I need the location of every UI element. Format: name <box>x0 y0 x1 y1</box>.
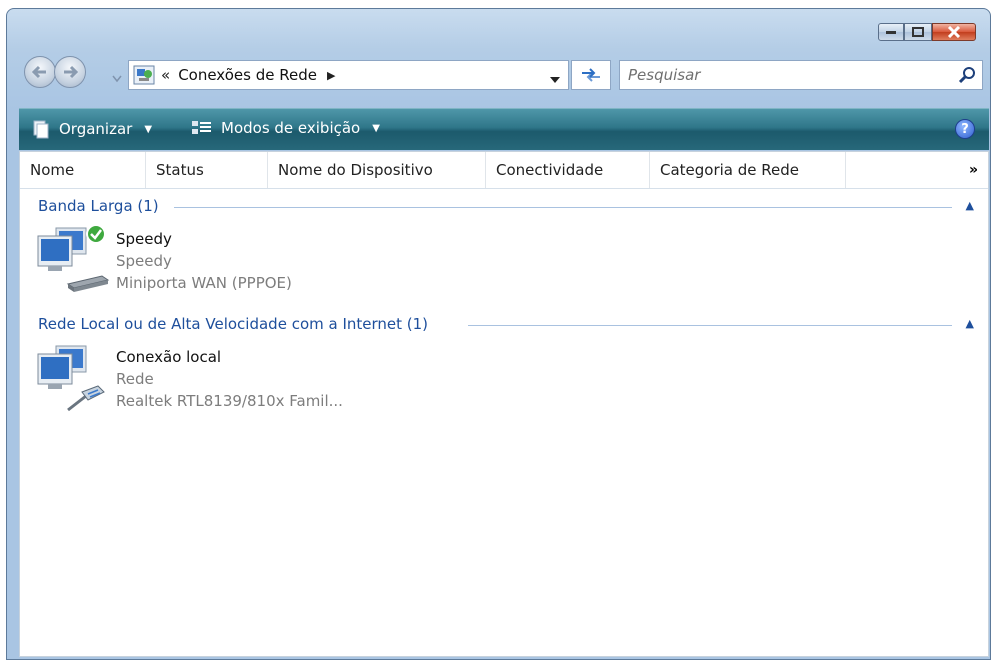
maximize-icon <box>912 27 924 37</box>
help-icon: ? <box>961 121 969 137</box>
column-header-network-category[interactable]: Categoria de Rede <box>650 152 846 188</box>
organize-menu-button[interactable]: Organizar ▼ <box>31 119 152 139</box>
column-header-device[interactable]: Nome do Dispositivo <box>268 152 486 188</box>
breadcrumb-separator[interactable]: ▶ <box>327 69 335 82</box>
collapse-group-icon[interactable]: ▲ <box>966 199 974 212</box>
organize-icon <box>33 120 49 139</box>
minimize-icon <box>886 31 896 34</box>
maximize-button[interactable] <box>904 23 932 41</box>
organize-label: Organizar <box>59 120 133 138</box>
lan-connection-icon <box>37 345 105 412</box>
minimize-button[interactable] <box>878 23 904 41</box>
search-input[interactable] <box>626 65 950 85</box>
views-label: Modos de exibição <box>221 119 361 137</box>
group-divider <box>174 207 952 208</box>
refresh-icon <box>582 68 600 82</box>
list-item-speedy[interactable]: Speedy Speedy Miniporta WAN (PPPOE) <box>34 224 292 300</box>
address-bar[interactable]: « Conexões de Rede ▶ <box>128 60 569 90</box>
group-divider <box>468 325 952 326</box>
window-controls <box>878 23 976 41</box>
list-item-local-connection[interactable]: Conexão local Rede Realtek RTL8139/810x … <box>34 342 343 418</box>
views-icon <box>192 121 211 134</box>
address-dropdown[interactable] <box>550 69 560 88</box>
back-arrow-icon <box>32 65 46 79</box>
address-overflow-chevrons[interactable]: « <box>161 66 170 84</box>
file-list-pane: Nome Status Nome do Dispositivo Conectiv… <box>19 151 989 657</box>
breadcrumb-current[interactable]: Conexões de Rede <box>178 66 317 84</box>
item-name: Speedy <box>116 230 172 248</box>
back-button[interactable] <box>24 56 56 88</box>
column-headers: Nome Status Nome do Dispositivo Conectiv… <box>20 152 988 189</box>
close-icon <box>947 26 961 38</box>
broadband-connection-icon <box>37 224 110 292</box>
collapse-group-icon[interactable]: ▲ <box>966 317 974 330</box>
group-header-lan[interactable]: Rede Local ou de Alta Velocidade com a I… <box>38 315 428 333</box>
forward-button[interactable] <box>54 56 86 88</box>
help-button[interactable]: ? <box>955 119 975 139</box>
refresh-button[interactable] <box>571 60 611 90</box>
column-header-status[interactable]: Status <box>146 152 268 188</box>
group-title: Rede Local ou de Alta Velocidade com a I… <box>38 315 429 333</box>
item-status: Rede <box>116 370 154 388</box>
more-columns-button[interactable]: » <box>969 162 978 178</box>
item-name: Conexão local <box>116 348 222 366</box>
dropdown-arrow-icon <box>550 77 560 83</box>
close-button[interactable] <box>932 23 976 41</box>
recent-pages-dropdown[interactable] <box>112 68 122 87</box>
group-title: Banda Larga (1) <box>38 197 159 215</box>
group-header-broadband[interactable]: Banda Larga (1) <box>38 197 159 215</box>
search-icon[interactable] <box>958 66 976 84</box>
item-device: Miniporta WAN (PPPOE) <box>116 274 292 292</box>
item-device: Realtek RTL8139/810x Famil... <box>116 392 343 410</box>
views-menu-button[interactable]: Modos de exibição ▼ <box>191 119 380 137</box>
column-header-nome[interactable]: Nome <box>20 152 146 188</box>
search-box[interactable] <box>619 60 983 90</box>
item-status: Speedy <box>116 252 172 270</box>
forward-arrow-icon <box>64 65 78 79</box>
chevron-down-icon: ▼ <box>144 123 153 135</box>
chevron-down-icon: ▼ <box>372 122 380 134</box>
chevron-down-icon <box>112 75 122 83</box>
column-header-connectivity[interactable]: Conectividade <box>486 152 650 188</box>
network-connections-icon <box>133 65 155 85</box>
command-toolbar: Organizar ▼ Modos de exibição ▼ ? <box>19 108 989 150</box>
